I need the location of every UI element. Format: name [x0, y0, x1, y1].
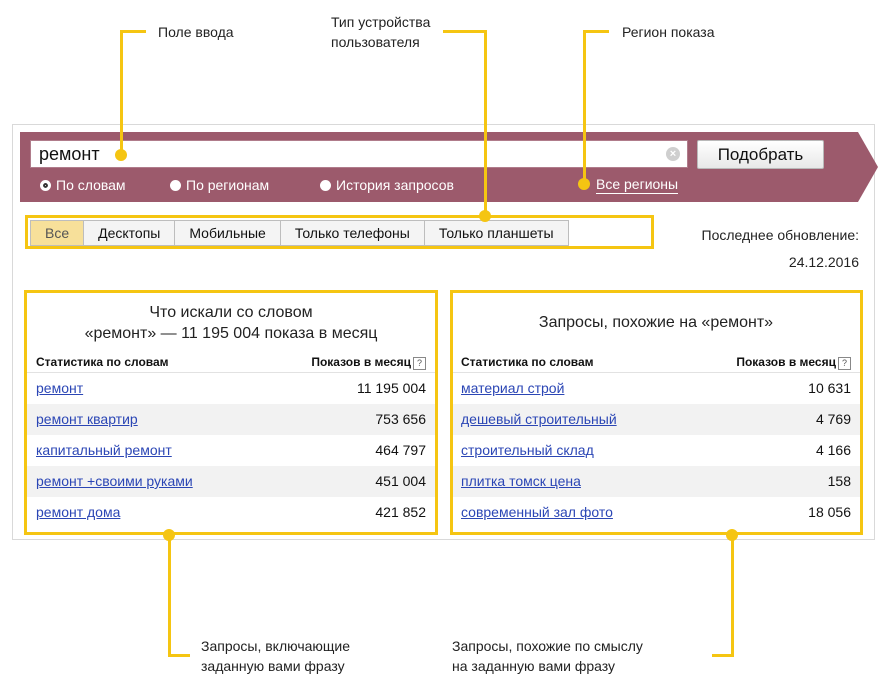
callout-device-line2: пользователя — [331, 34, 420, 50]
submit-button[interactable]: Подобрать — [697, 140, 824, 169]
radio-by-regions[interactable]: По регионам — [170, 176, 269, 194]
annotation-dot — [578, 178, 590, 190]
callout-region: Регион показа — [622, 24, 715, 40]
search-input[interactable] — [30, 140, 688, 168]
annotation-dot — [115, 149, 127, 161]
annotation-line — [168, 654, 190, 657]
region-link[interactable]: Все регионы — [596, 176, 679, 194]
annotation-line — [168, 535, 171, 656]
annotation-box-tabs — [25, 215, 654, 249]
callout-similar: Запросы, похожие по смыслу на заданную в… — [452, 636, 643, 676]
annotation-line — [583, 30, 586, 182]
radio-icon — [320, 180, 331, 191]
callout-including-line1: Запросы, включающие — [201, 638, 351, 654]
last-update: Последнее обновление: 24.12.2016 — [702, 222, 859, 276]
annotation-box-left-panel — [24, 290, 438, 535]
radio-selected-icon — [40, 180, 51, 191]
annotation-line — [120, 30, 146, 33]
annotation-line — [484, 30, 487, 214]
callout-including: Запросы, включающие заданную вами фразу — [201, 636, 350, 676]
last-update-label: Последнее обновление: — [701, 227, 859, 243]
radio-label: По словам — [56, 177, 126, 193]
radio-history[interactable]: История запросов — [320, 176, 454, 194]
clear-icon[interactable]: × — [666, 147, 680, 161]
last-update-date: 24.12.2016 — [788, 254, 859, 270]
annotation-line — [712, 654, 734, 657]
callout-similar-line2: на заданную вами фразу — [452, 658, 616, 674]
annotation-line — [120, 30, 123, 154]
radio-by-words[interactable]: По словам — [40, 176, 126, 194]
annotation-line — [583, 30, 609, 33]
callout-including-line2: заданную вами фразу — [201, 658, 345, 674]
callout-similar-line1: Запросы, похожие по смыслу — [452, 638, 643, 654]
annotation-box-right-panel — [450, 290, 863, 535]
annotation-line — [443, 30, 487, 33]
radio-label: По регионам — [186, 177, 270, 193]
callout-device-line1: Тип устройства — [331, 14, 431, 30]
annotation-line — [731, 535, 734, 656]
callout-input: Поле ввода — [158, 24, 234, 40]
radio-label: История запросов — [336, 177, 454, 193]
radio-icon — [170, 180, 181, 191]
callout-device: Тип устройства пользователя — [331, 12, 430, 52]
